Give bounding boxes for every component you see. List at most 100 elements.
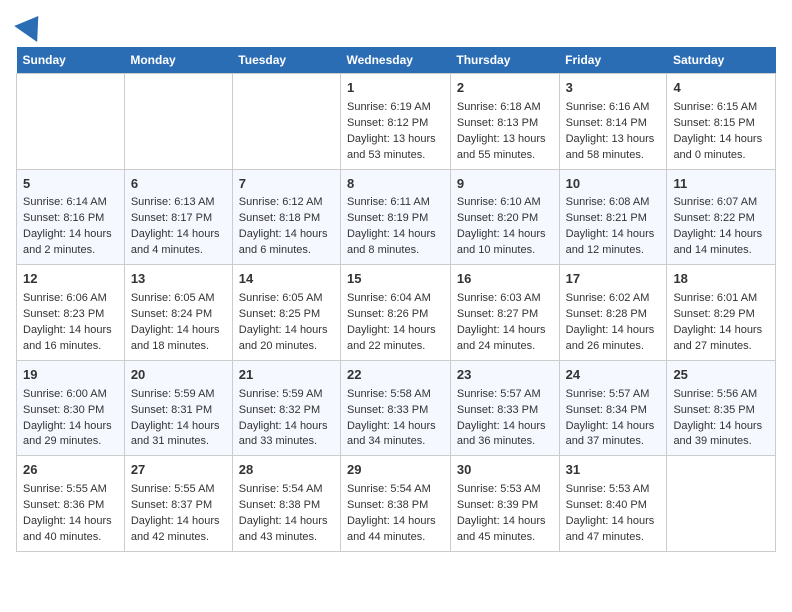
day-info: Sunrise: 5:54 AM bbox=[347, 482, 444, 498]
day-number: 31 bbox=[566, 461, 661, 480]
calendar-cell: 15Sunrise: 6:04 AMSunset: 8:26 PMDayligh… bbox=[340, 265, 450, 361]
day-info: Daylight: 13 hours and 55 minutes. bbox=[457, 132, 553, 164]
day-info: Sunset: 8:32 PM bbox=[239, 403, 334, 419]
calendar-cell: 22Sunrise: 5:58 AMSunset: 8:33 PMDayligh… bbox=[340, 360, 450, 456]
day-info: Sunrise: 6:07 AM bbox=[673, 195, 769, 211]
day-info: Sunset: 8:24 PM bbox=[131, 307, 226, 323]
calendar-cell: 25Sunrise: 5:56 AMSunset: 8:35 PMDayligh… bbox=[667, 360, 776, 456]
calendar-cell: 29Sunrise: 5:54 AMSunset: 8:38 PMDayligh… bbox=[340, 456, 450, 552]
day-info: Sunset: 8:37 PM bbox=[131, 498, 226, 514]
day-number: 22 bbox=[347, 366, 444, 385]
day-info: Sunset: 8:25 PM bbox=[239, 307, 334, 323]
day-number: 29 bbox=[347, 461, 444, 480]
calendar-cell: 23Sunrise: 5:57 AMSunset: 8:33 PMDayligh… bbox=[450, 360, 559, 456]
day-info: Daylight: 14 hours and 42 minutes. bbox=[131, 514, 226, 546]
calendar-cell: 11Sunrise: 6:07 AMSunset: 8:22 PMDayligh… bbox=[667, 169, 776, 265]
day-info: Sunset: 8:33 PM bbox=[347, 403, 444, 419]
day-info: Daylight: 14 hours and 4 minutes. bbox=[131, 227, 226, 259]
day-info: Daylight: 14 hours and 40 minutes. bbox=[23, 514, 118, 546]
calendar-cell bbox=[17, 74, 125, 170]
calendar-cell: 10Sunrise: 6:08 AMSunset: 8:21 PMDayligh… bbox=[559, 169, 667, 265]
day-info: Sunrise: 6:13 AM bbox=[131, 195, 226, 211]
day-info: Daylight: 13 hours and 53 minutes. bbox=[347, 132, 444, 164]
day-info: Sunrise: 6:15 AM bbox=[673, 100, 769, 116]
day-info: Sunrise: 5:53 AM bbox=[457, 482, 553, 498]
day-info: Sunset: 8:34 PM bbox=[566, 403, 661, 419]
calendar-cell: 6Sunrise: 6:13 AMSunset: 8:17 PMDaylight… bbox=[124, 169, 232, 265]
calendar-table: SundayMondayTuesdayWednesdayThursdayFrid… bbox=[16, 47, 776, 552]
column-header-sunday: Sunday bbox=[17, 47, 125, 74]
column-header-friday: Friday bbox=[559, 47, 667, 74]
day-info: Sunset: 8:22 PM bbox=[673, 211, 769, 227]
day-number: 25 bbox=[673, 366, 769, 385]
day-info: Sunrise: 5:56 AM bbox=[673, 387, 769, 403]
calendar-cell: 2 Sunrise: 6:18 AMSunset: 8:13 PMDaylight… bbox=[450, 74, 559, 170]
day-info: Daylight: 14 hours and 36 minutes. bbox=[457, 419, 553, 451]
day-number: 17 bbox=[566, 270, 661, 289]
day-number: 18 bbox=[673, 270, 769, 289]
day-info: Sunset: 8:27 PM bbox=[457, 307, 553, 323]
day-info: Daylight: 14 hours and 31 minutes. bbox=[131, 419, 226, 451]
day-info: Sunset: 8:31 PM bbox=[131, 403, 226, 419]
day-number: 6 bbox=[131, 175, 226, 194]
day-number: 2 bbox=[457, 79, 553, 98]
day-number: 27 bbox=[131, 461, 226, 480]
day-number: 16 bbox=[457, 270, 553, 289]
day-info: Daylight: 14 hours and 26 minutes. bbox=[566, 323, 661, 355]
day-number: 10 bbox=[566, 175, 661, 194]
column-header-tuesday: Tuesday bbox=[232, 47, 340, 74]
day-info: Sunset: 8:14 PM bbox=[566, 116, 661, 132]
day-number: 30 bbox=[457, 461, 553, 480]
calendar-cell: 18Sunrise: 6:01 AMSunset: 8:29 PMDayligh… bbox=[667, 265, 776, 361]
day-info: Daylight: 14 hours and 6 minutes. bbox=[239, 227, 334, 259]
day-number: 26 bbox=[23, 461, 118, 480]
day-info: Sunset: 8:13 PM bbox=[457, 116, 553, 132]
day-info: Sunset: 8:19 PM bbox=[347, 211, 444, 227]
day-info: Daylight: 14 hours and 33 minutes. bbox=[239, 419, 334, 451]
day-info: Sunrise: 6:05 AM bbox=[239, 291, 334, 307]
day-info: Sunrise: 6:02 AM bbox=[566, 291, 661, 307]
day-number: 13 bbox=[131, 270, 226, 289]
day-info: Sunrise: 5:57 AM bbox=[566, 387, 661, 403]
calendar-week-row: 19Sunrise: 6:00 AMSunset: 8:30 PMDayligh… bbox=[17, 360, 776, 456]
day-info: Daylight: 14 hours and 29 minutes. bbox=[23, 419, 118, 451]
calendar-cell: 5Sunrise: 6:14 AMSunset: 8:16 PMDaylight… bbox=[17, 169, 125, 265]
day-info: Sunrise: 6:18 AM bbox=[457, 100, 553, 116]
day-info: Sunset: 8:30 PM bbox=[23, 403, 118, 419]
day-info: Sunset: 8:39 PM bbox=[457, 498, 553, 514]
day-info: Daylight: 14 hours and 14 minutes. bbox=[673, 227, 769, 259]
day-info: Sunrise: 5:59 AM bbox=[239, 387, 334, 403]
day-number: 9 bbox=[457, 175, 553, 194]
day-info: Sunrise: 6:03 AM bbox=[457, 291, 553, 307]
calendar-cell: 27Sunrise: 5:55 AMSunset: 8:37 PMDayligh… bbox=[124, 456, 232, 552]
day-info: Sunset: 8:28 PM bbox=[566, 307, 661, 323]
day-info: Daylight: 14 hours and 24 minutes. bbox=[457, 323, 553, 355]
day-number: 28 bbox=[239, 461, 334, 480]
day-info: Daylight: 14 hours and 45 minutes. bbox=[457, 514, 553, 546]
day-info: Sunrise: 5:58 AM bbox=[347, 387, 444, 403]
day-info: Daylight: 14 hours and 22 minutes. bbox=[347, 323, 444, 355]
day-info: Daylight: 14 hours and 18 minutes. bbox=[131, 323, 226, 355]
day-info: Sunset: 8:20 PM bbox=[457, 211, 553, 227]
day-info: Sunset: 8:16 PM bbox=[23, 211, 118, 227]
calendar-cell: 24Sunrise: 5:57 AMSunset: 8:34 PMDayligh… bbox=[559, 360, 667, 456]
day-info: Sunrise: 6:01 AM bbox=[673, 291, 769, 307]
calendar-week-row: 12Sunrise: 6:06 AMSunset: 8:23 PMDayligh… bbox=[17, 265, 776, 361]
day-number: 7 bbox=[239, 175, 334, 194]
day-info: Sunset: 8:36 PM bbox=[23, 498, 118, 514]
day-info: Daylight: 14 hours and 12 minutes. bbox=[566, 227, 661, 259]
column-header-wednesday: Wednesday bbox=[340, 47, 450, 74]
day-info: Daylight: 13 hours and 58 minutes. bbox=[566, 132, 661, 164]
calendar-cell: 30 Sunrise: 5:53 AMSunset: 8:39 PMDayligh… bbox=[450, 456, 559, 552]
calendar-cell: 12Sunrise: 6:06 AMSunset: 8:23 PMDayligh… bbox=[17, 265, 125, 361]
calendar-cell: 19Sunrise: 6:00 AMSunset: 8:30 PMDayligh… bbox=[17, 360, 125, 456]
day-info: Sunrise: 6:16 AM bbox=[566, 100, 661, 116]
day-number: 8 bbox=[347, 175, 444, 194]
day-info: Daylight: 14 hours and 47 minutes. bbox=[566, 514, 661, 546]
day-info: Sunset: 8:38 PM bbox=[347, 498, 444, 514]
day-info: Sunrise: 6:12 AM bbox=[239, 195, 334, 211]
calendar-week-row: 5Sunrise: 6:14 AMSunset: 8:16 PMDaylight… bbox=[17, 169, 776, 265]
day-info: Sunset: 8:18 PM bbox=[239, 211, 334, 227]
day-info: Sunset: 8:23 PM bbox=[23, 307, 118, 323]
day-number: 21 bbox=[239, 366, 334, 385]
